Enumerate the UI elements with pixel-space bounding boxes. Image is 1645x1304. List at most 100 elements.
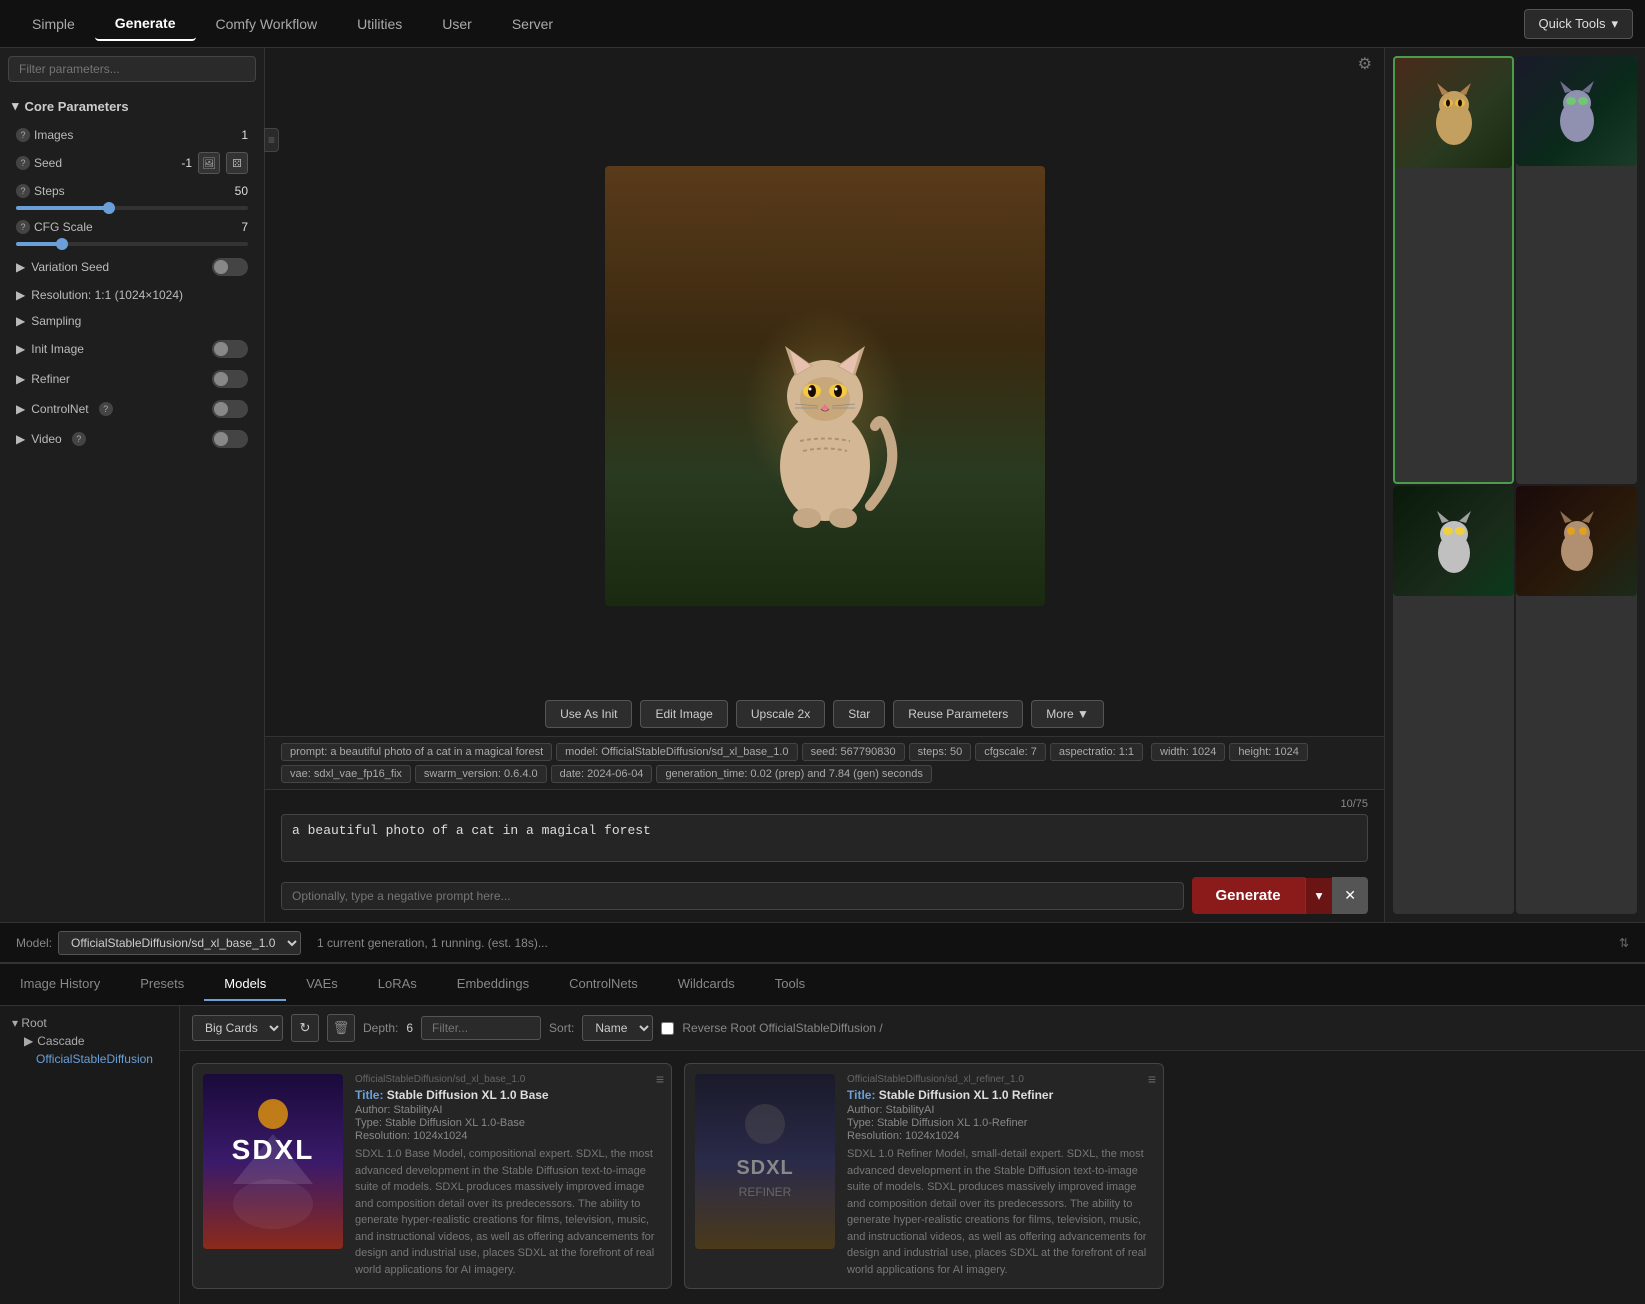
thumbnail-3[interactable]	[1393, 486, 1514, 914]
nav-tab-user[interactable]: User	[422, 8, 492, 40]
use-as-init-button[interactable]: Use As Init	[545, 700, 632, 728]
model-description-base: SDXL 1.0 Base Model, compositional exper…	[355, 1146, 661, 1278]
generate-button[interactable]: Generate	[1192, 877, 1305, 914]
sampling-arrow-icon: ▶	[16, 314, 25, 328]
controlnet-toggle[interactable]	[212, 400, 248, 418]
video-toggle[interactable]	[212, 430, 248, 448]
generated-image[interactable]	[605, 166, 1045, 606]
quick-tools-label: Quick Tools	[1539, 16, 1606, 31]
negative-prompt-input[interactable]	[281, 882, 1184, 910]
nav-tab-comfy-workflow[interactable]: Comfy Workflow	[196, 8, 338, 40]
model-card-refiner[interactable]: SDXL REFINER OfficialStableDiffusion/sd_…	[684, 1063, 1164, 1289]
core-parameters-section[interactable]: ▾ Core Parameters	[8, 92, 256, 120]
steps-label: Steps	[34, 184, 65, 198]
tab-models[interactable]: Models	[204, 968, 286, 1001]
thumbnail-2[interactable]	[1516, 56, 1637, 484]
steps-slider[interactable]	[8, 204, 256, 216]
meta-cfgscale: cfgscale: 7	[975, 743, 1046, 761]
more-button[interactable]: More ▼	[1031, 700, 1104, 728]
tree-cascade[interactable]: ▶ Cascade	[8, 1032, 171, 1050]
thumbnail-1[interactable]	[1393, 56, 1514, 484]
prompt-area: 10/75 a beautiful photo of a cat in a ma…	[265, 789, 1384, 922]
model-select-dropdown[interactable]: OfficialStableDiffusion/sd_xl_base_1.0	[58, 931, 301, 955]
edit-image-button[interactable]: Edit Image	[640, 700, 727, 728]
nav-tab-server[interactable]: Server	[492, 8, 573, 40]
panel-toggle-button[interactable]: ≡	[264, 128, 279, 152]
images-label: Images	[34, 128, 73, 142]
depth-label: Depth:	[363, 1021, 398, 1035]
status-bar: Model: OfficialStableDiffusion/sd_xl_bas…	[0, 922, 1645, 962]
tab-presets[interactable]: Presets	[120, 968, 204, 1001]
reuse-parameters-button[interactable]: Reuse Parameters	[893, 700, 1023, 728]
positive-prompt-input[interactable]: a beautiful photo of a cat in a magical …	[281, 814, 1368, 862]
init-image-toggle[interactable]	[212, 340, 248, 358]
view-mode-select[interactable]: Big Cards	[192, 1015, 283, 1041]
bottom-tabs-bar: Image History Presets Models VAEs LoRAs …	[0, 964, 1645, 1006]
quick-tools-button[interactable]: Quick Tools ▾	[1524, 9, 1634, 39]
seed-label: Seed	[34, 156, 62, 170]
refiner-toggle[interactable]	[212, 370, 248, 388]
seed-help-icon[interactable]: ?	[16, 156, 30, 170]
cfg-slider[interactable]	[8, 240, 256, 252]
filter-parameters-input[interactable]	[8, 56, 256, 82]
upscale-button[interactable]: Upscale 2x	[736, 700, 825, 728]
controlnet-section[interactable]: ▶ ControlNet ?	[8, 394, 256, 424]
refresh-button[interactable]: ↻	[291, 1014, 319, 1042]
thumb1-cat-icon	[1414, 73, 1494, 153]
tab-vaes[interactable]: VAEs	[286, 968, 358, 1001]
variation-seed-label: Variation Seed	[31, 260, 109, 274]
cfg-value: 7	[241, 220, 248, 234]
sampling-section[interactable]: ▶ Sampling	[8, 308, 256, 334]
init-image-section[interactable]: ▶ Init Image	[8, 334, 256, 364]
steps-help-icon[interactable]: ?	[16, 184, 30, 198]
depth-value: 6	[406, 1021, 413, 1035]
nav-tab-simple[interactable]: Simple	[12, 8, 95, 40]
sort-label: Sort:	[549, 1021, 574, 1035]
variation-seed-toggle[interactable]	[212, 258, 248, 276]
video-help-icon[interactable]: ?	[72, 432, 86, 446]
resolution-section[interactable]: ▶ Resolution: 1:1 (1024×1024)	[8, 282, 256, 308]
thumb2-cat-icon	[1537, 71, 1617, 151]
filter-models-input[interactable]	[421, 1016, 541, 1040]
bottom-panel: Image History Presets Models VAEs LoRAs …	[0, 962, 1645, 1302]
tab-loras[interactable]: LoRAs	[358, 968, 437, 1001]
generate-dropdown-button[interactable]: ▾	[1305, 878, 1333, 914]
controlnet-label: ControlNet	[31, 402, 88, 416]
nav-tab-utilities[interactable]: Utilities	[337, 8, 422, 40]
tab-tools[interactable]: Tools	[755, 968, 825, 1001]
tab-controlnets[interactable]: ControlNets	[549, 968, 658, 1001]
tab-image-history[interactable]: Image History	[0, 968, 120, 1001]
video-section[interactable]: ▶ Video ?	[8, 424, 256, 454]
seed-image-icon-btn[interactable]: 🖼	[198, 152, 220, 174]
controlnet-arrow-icon: ▶	[16, 402, 25, 416]
thumbnail-4[interactable]	[1516, 486, 1637, 914]
tab-wildcards[interactable]: Wildcards	[658, 968, 755, 1001]
image-viewer	[265, 80, 1384, 692]
model-menu-icon-base[interactable]: ≡	[656, 1071, 664, 1087]
controlnet-help-icon[interactable]: ?	[99, 402, 113, 416]
tree-root[interactable]: ▾ Root	[8, 1014, 171, 1032]
model-card-base[interactable]: SDXL OfficialStableDiffusion/sd_xl_base_…	[192, 1063, 672, 1289]
reverse-checkbox[interactable]	[661, 1022, 674, 1035]
star-button[interactable]: Star	[833, 700, 885, 728]
steps-value: 50	[235, 184, 248, 198]
generate-cancel-button[interactable]: ✕	[1332, 877, 1368, 914]
tree-sdxl[interactable]: OfficialStableDiffusion	[8, 1050, 171, 1068]
meta-date: date: 2024-06-04	[551, 765, 653, 783]
nav-tab-generate[interactable]: Generate	[95, 7, 196, 41]
model-menu-icon-refiner[interactable]: ≡	[1148, 1071, 1156, 1087]
refiner-section[interactable]: ▶ Refiner	[8, 364, 256, 394]
status-expand-icon[interactable]: ⇅	[1619, 936, 1629, 950]
sampling-label: Sampling	[31, 314, 81, 328]
cfg-help-icon[interactable]: ?	[16, 220, 30, 234]
center-panel: ⚙	[265, 48, 1385, 922]
images-help-icon[interactable]: ?	[16, 128, 30, 142]
seed-dice-icon-btn[interactable]: ⚄	[226, 152, 248, 174]
variation-seed-section[interactable]: ▶ Variation Seed	[8, 252, 256, 282]
init-image-label: Init Image	[31, 342, 84, 356]
settings-gear-icon[interactable]: ⚙	[1358, 54, 1372, 74]
meta-height: height: 1024	[1229, 743, 1308, 761]
delete-button[interactable]: 🗑	[327, 1014, 355, 1042]
sort-select[interactable]: Name	[582, 1015, 653, 1041]
tab-embeddings[interactable]: Embeddings	[437, 968, 549, 1001]
